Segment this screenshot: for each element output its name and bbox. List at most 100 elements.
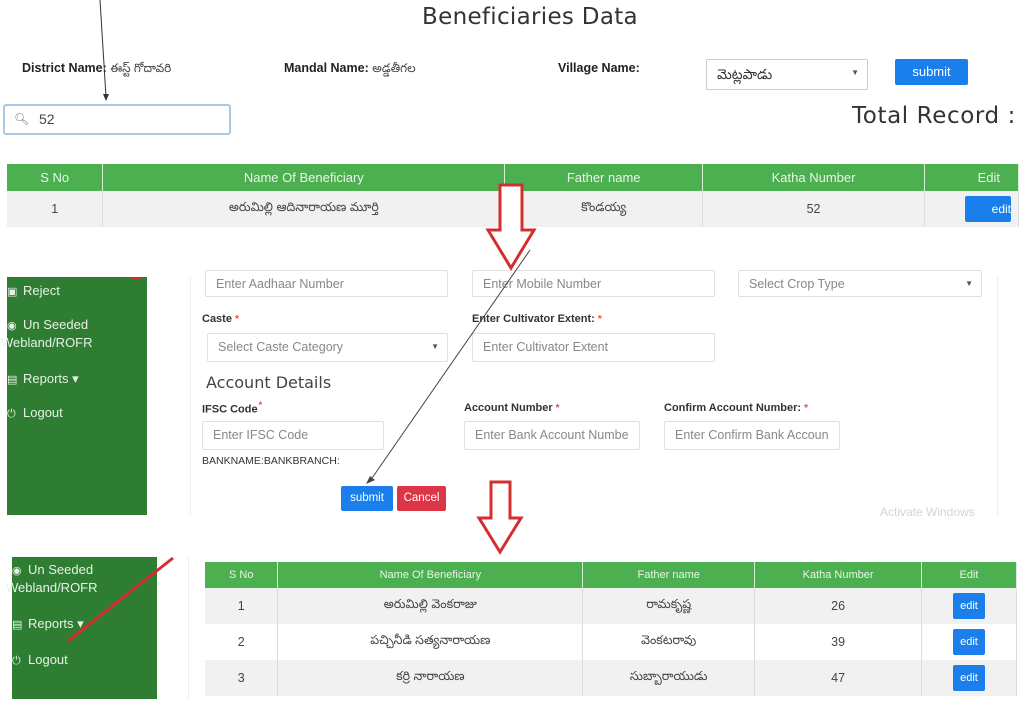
confirm-account-input[interactable]: Enter Confirm Bank Accoun	[664, 421, 840, 450]
village-selected-value: మెట్లపాడు	[717, 66, 773, 82]
sidebar-item-reports[interactable]: ▤ Reports ▾	[12, 616, 84, 632]
required-mark: *	[234, 314, 239, 325]
mandal-label: Mandal Name:	[284, 61, 369, 75]
power-icon: ⏻	[7, 408, 16, 420]
sidebar-item-label: Webland/ROFR	[1, 335, 93, 350]
required-mark: *	[597, 314, 602, 325]
total-record-label: Total Record :	[852, 103, 1016, 129]
account-details-heading: Account Details	[206, 373, 332, 392]
account-number-label-text: Account Number	[464, 402, 553, 414]
cell-father: రామకృష్ణ	[582, 588, 756, 624]
cultivator-extent-label-text: Enter Cultivator Extent:	[472, 313, 595, 325]
edit-button[interactable]: edit	[953, 629, 985, 655]
column-header-katha: Katha Number	[754, 562, 923, 588]
form-cancel-button[interactable]: Cancel	[397, 486, 446, 511]
column-header-sno: S No	[7, 164, 104, 191]
edit-button[interactable]: edit	[953, 665, 985, 691]
ifsc-label-text: IFSC Code	[202, 403, 258, 416]
cell-sno: 1	[7, 191, 104, 227]
table-row: 3 కర్రి నారాయణ సుబ్బారాయుడు 47 edit	[205, 660, 1017, 696]
column-header-edit: Edit	[921, 562, 1017, 588]
account-number-input[interactable]: Enter Bank Account Numbe	[464, 421, 640, 450]
edit-button[interactable]: edit	[953, 593, 985, 619]
chevron-down-icon: ▼	[431, 342, 439, 351]
village-select[interactable]: మెట్లపాడు ▼	[706, 59, 868, 90]
mandal-field: Mandal Name: అడ్డతీగల	[284, 61, 416, 78]
sidebar-item-logout[interactable]: ⏻ Logout	[12, 652, 68, 668]
edit-button[interactable]: edit	[965, 196, 1011, 222]
caste-label-text: Caste	[202, 313, 232, 325]
cell-edit: edit	[924, 191, 1020, 227]
cell-name: అరుమిల్లి వెంకరాజు	[277, 588, 584, 624]
cell-sno: 1	[205, 588, 279, 624]
mobile-input[interactable]: Enter Mobile Number	[472, 270, 715, 297]
form-submit-button[interactable]: submit	[341, 486, 393, 511]
village-label: Village Name:	[558, 61, 640, 75]
village-submit-button[interactable]: submit	[895, 59, 968, 85]
annotation-big-arrow-2	[476, 480, 524, 555]
sidebar-item-webland[interactable]: Webland/ROFR	[1, 335, 93, 350]
column-header-edit: Edit	[924, 164, 1020, 191]
sidebar-item-label: Un Seeded	[28, 562, 94, 577]
crop-type-placeholder: Select Crop Type	[749, 277, 845, 291]
table-row: 1 అరుమిల్లి ఆదినారాయణ మూర్తి కొండయ్య 52 …	[7, 191, 1020, 227]
sidebar: ◉ Un Seeded Webland/ROFR ▤ Reports ▾ ⏻ Logo…	[6, 557, 157, 699]
cultivator-extent-input[interactable]: Enter Cultivator Extent	[472, 333, 715, 362]
annotation-arrowhead-search	[103, 94, 109, 101]
sidebar-item-label: Logout	[28, 652, 68, 667]
search-input-value: 52	[39, 111, 55, 127]
power-icon: ⏻	[12, 655, 21, 667]
table-header-row: S No Name Of Beneficiary Father name Kat…	[205, 562, 1017, 588]
sidebar-item-reports[interactable]: ▤ Reports ▾	[7, 371, 79, 387]
bank-info: BANKNAME:BANKBRANCH:	[202, 455, 340, 467]
ifsc-input[interactable]: Enter IFSC Code	[202, 421, 384, 450]
cell-katha: 47	[754, 660, 923, 696]
crop-type-select[interactable]: Select Crop Type ▼	[738, 270, 982, 297]
search-results-table: S No Name Of Beneficiary Father name Kat…	[7, 164, 1020, 227]
sidebar-item-un-seeded[interactable]: ◉ Un Seeded	[7, 317, 88, 332]
sidebar-item-label: Webland/ROFR	[6, 580, 98, 595]
village-results-table: S No Name Of Beneficiary Father name Kat…	[205, 562, 1017, 696]
confirm-account-label-text: Confirm Account Number:	[664, 402, 802, 414]
sidebar: ▣ Reject ◉ Un Seeded Webland/ROFR ▤ Reports…	[1, 277, 147, 515]
cell-edit: edit	[921, 624, 1017, 660]
cell-father: కొండయ్య	[504, 191, 704, 227]
annotation-arrowhead-submit	[366, 476, 375, 484]
district-label: District Name:	[22, 61, 107, 75]
column-header-father: Father name	[582, 562, 756, 588]
cell-name: పచ్చినీడి సత్యనారాయణ	[277, 624, 584, 660]
required-mark: *	[555, 403, 560, 414]
mandal-value: అడ్డతీగల	[372, 61, 416, 75]
sidebar-item-label: Un Seeded	[23, 317, 89, 332]
sidebar-item-reject[interactable]: ▣ Reject	[7, 283, 60, 298]
column-header-name: Name Of Beneficiary	[102, 164, 506, 191]
caste-placeholder: Select Caste Category	[218, 340, 344, 354]
search-icon: 🔍︎	[14, 112, 30, 126]
confirm-account-label: Confirm Account Number: *	[664, 402, 808, 414]
sidebar-item-webland[interactable]: Webland/ROFR	[6, 580, 98, 595]
report-icon: ▤	[12, 619, 23, 631]
sidebar-item-logout[interactable]: ⏻ Logout	[7, 405, 63, 421]
cultivator-extent-label: Enter Cultivator Extent: *	[472, 313, 602, 325]
cell-name: అరుమిల్లి ఆదినారాయణ మూర్తి	[102, 191, 506, 227]
aadhaar-input[interactable]: Enter Aadhaar Number	[205, 270, 448, 297]
caste-select[interactable]: Select Caste Category ▼	[207, 333, 448, 362]
sidebar-item-label: Reject	[23, 283, 60, 298]
column-header-sno: S No	[205, 562, 279, 588]
cell-katha: 39	[754, 624, 923, 660]
ifsc-label: IFSC Code*	[202, 400, 262, 416]
report-icon: ▤	[7, 374, 18, 386]
cell-father: వెంకటరావు	[582, 624, 756, 660]
chevron-down-icon: ▼	[851, 68, 859, 77]
sidebar-item-label: Logout	[23, 405, 63, 420]
cell-father: సుబ్బారాయుడు	[582, 660, 756, 696]
cell-edit: edit	[921, 660, 1017, 696]
account-number-label: Account Number *	[464, 402, 560, 414]
table-header-row: S No Name Of Beneficiary Father name Kat…	[7, 164, 1020, 191]
sidebar-item-label: Reports ▾	[28, 616, 84, 631]
sidebar-item-un-seeded[interactable]: ◉ Un Seeded	[12, 562, 93, 577]
form-divider	[190, 277, 191, 515]
cell-katha: 52	[702, 191, 925, 227]
search-input[interactable]: 🔍︎ 52	[3, 104, 231, 135]
district-field: District Name: ఈస్ట్ గోదావరి	[22, 61, 171, 78]
